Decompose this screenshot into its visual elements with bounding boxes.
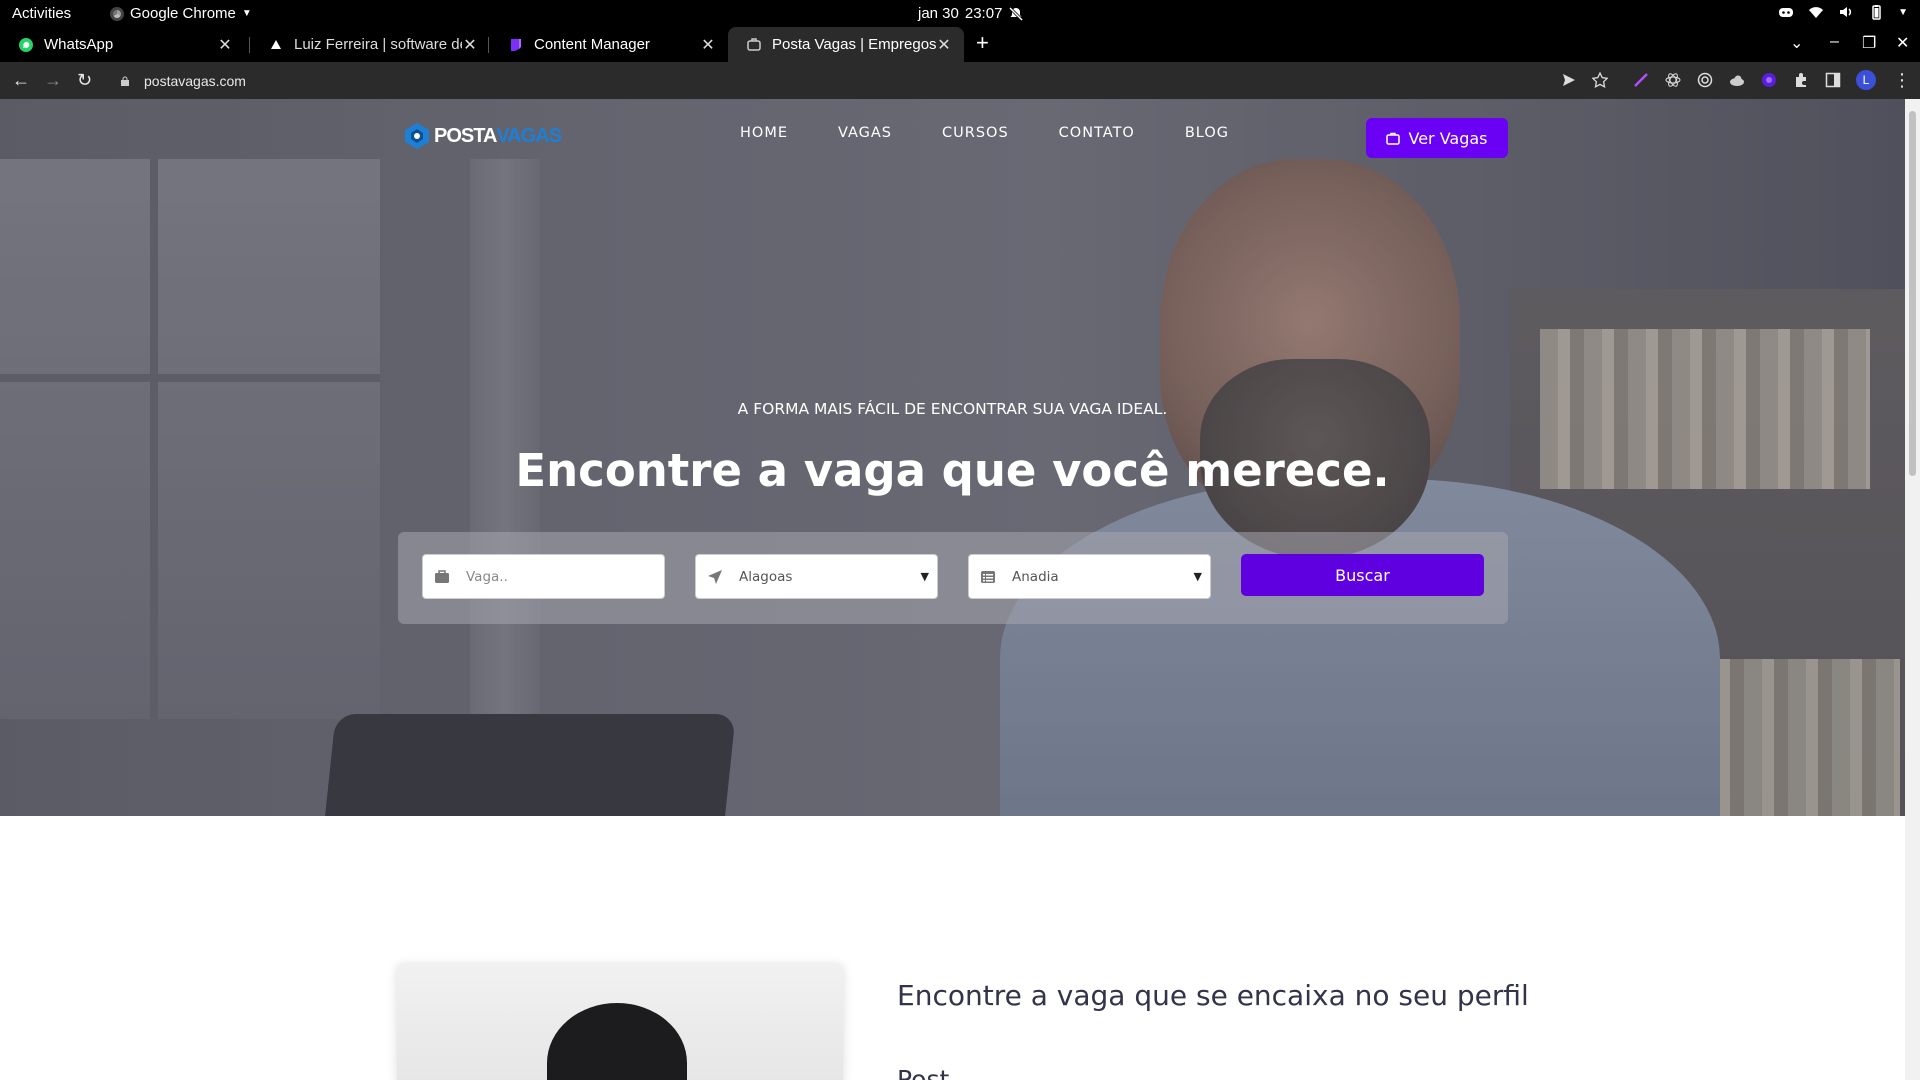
avatar-letter: L <box>1862 73 1870 87</box>
state-select-value: Alagoas <box>739 568 793 585</box>
clock-time: 23:07 <box>964 5 1003 22</box>
close-tab-icon[interactable]: ✕ <box>462 35 478 55</box>
list-icon <box>981 570 995 583</box>
extension-cloud-icon[interactable] <box>1729 72 1745 88</box>
activities-button[interactable]: Activities <box>12 5 71 22</box>
tab-title: Luiz Ferreira | software de <box>294 36 462 53</box>
scrollbar-thumb[interactable] <box>1909 111 1916 476</box>
clock[interactable]: jan 30 23:07 <box>918 5 1024 22</box>
chrome-icon <box>110 6 124 21</box>
discord-icon <box>1779 8 1794 17</box>
send-icon[interactable] <box>1561 72 1577 88</box>
chevron-down-icon: ▼ <box>1193 570 1202 583</box>
buscar-button[interactable]: Buscar <box>1241 554 1484 596</box>
extension-react-icon[interactable] <box>1665 72 1681 88</box>
system-menu-caret-icon: ▼ <box>1898 6 1908 18</box>
address-bar[interactable]: postavagas.com <box>110 66 1600 95</box>
state-select[interactable]: Alagoas ▼ <box>695 554 938 599</box>
ver-vagas-label: Ver Vagas <box>1408 128 1488 148</box>
caret-down-icon: ▼ <box>241 8 252 19</box>
minimize-icon[interactable]: – <box>1830 33 1839 51</box>
tab-search-icon[interactable]: ⌄ <box>1790 33 1803 53</box>
logo-mark-icon <box>405 123 429 149</box>
tab-title: Posta Vagas | Empregos E <box>772 36 936 53</box>
close-tab-icon[interactable]: ✕ <box>936 35 952 55</box>
nav-vagas[interactable]: VAGAS <box>838 125 892 141</box>
nav-contato[interactable]: CONTATO <box>1059 125 1135 141</box>
job-keyword-placeholder: Vaga.. <box>466 568 508 585</box>
triangle-icon <box>271 39 281 49</box>
nav-cursos[interactable]: CURSOS <box>942 125 1009 141</box>
extension-target-icon[interactable] <box>1697 72 1713 88</box>
reload-icon[interactable]: ↻ <box>77 70 92 91</box>
tab-whatsapp[interactable]: WhatsApp ✕ <box>0 27 245 62</box>
nav-home[interactable]: HOME <box>740 125 788 141</box>
tab-luiz-ferreira[interactable]: Luiz Ferreira | software de ✕ <box>250 27 490 62</box>
image-person-hair <box>547 1003 687 1080</box>
extension-pen-icon[interactable] <box>1633 72 1649 88</box>
hero-section: POSTA VAGAS HOME VAGAS CURSOS CONTATO BL… <box>0 99 1905 816</box>
close-tab-icon[interactable]: ✕ <box>217 35 233 55</box>
web-page: POSTA VAGAS HOME VAGAS CURSOS CONTATO BL… <box>0 99 1905 1080</box>
content-manager-icon <box>511 38 521 51</box>
logo-text-posta: POSTA <box>434 124 497 147</box>
briefcase-icon <box>1386 132 1401 145</box>
job-keyword-input[interactable]: Vaga.. <box>422 554 665 599</box>
site-nav: HOME VAGAS CURSOS CONTATO BLOG <box>740 125 1229 141</box>
restore-icon[interactable]: ❐ <box>1862 33 1876 53</box>
notifications-muted-icon <box>1009 6 1024 21</box>
city-select-value: Anadia <box>1012 568 1059 585</box>
site-logo[interactable]: POSTA VAGAS <box>402 118 562 154</box>
nav-blog[interactable]: BLOG <box>1185 125 1229 141</box>
side-panel-icon[interactable] <box>1825 72 1841 88</box>
chrome-menu-icon[interactable]: ⋮ <box>1893 70 1911 91</box>
system-top-bar: Activities Google Chrome ▼ jan 30 23:07 … <box>0 0 1920 27</box>
app-menu[interactable]: Google Chrome ▼ <box>110 5 252 22</box>
tab-strip: WhatsApp ✕ Luiz Ferreira | software de ✕… <box>0 27 1920 62</box>
lock-icon <box>121 76 129 86</box>
logo-text-vagas: VAGAS <box>496 124 562 147</box>
briefcase-icon <box>435 569 449 583</box>
location-arrow-icon <box>708 569 722 584</box>
wifi-icon <box>1809 7 1824 18</box>
volume-icon <box>1840 7 1852 17</box>
whatsapp-icon <box>19 37 33 52</box>
bookmark-star-icon[interactable] <box>1592 72 1608 88</box>
hero-kicker: A FORMA MAIS FÁCIL DE ENCONTRAR SUA VAGA… <box>737 400 1168 418</box>
extensions-puzzle-icon[interactable] <box>1793 72 1809 88</box>
tab-title: WhatsApp <box>44 36 114 53</box>
page-icon <box>747 37 761 51</box>
job-search-form: Vaga.. Alagoas ▼ Anadia ▼ Buscar <box>398 532 1508 624</box>
tab-posta-vagas[interactable]: Posta Vagas | Empregos E ✕ <box>728 27 964 62</box>
chevron-down-icon: ▼ <box>920 570 929 583</box>
url-text: postavagas.com <box>144 72 246 89</box>
page-scrollbar[interactable] <box>1905 99 1920 1080</box>
tab-title: Content Manager <box>534 36 650 53</box>
profile-section-image <box>397 963 843 1080</box>
profile-avatar[interactable]: L <box>1856 70 1876 90</box>
new-tab-icon[interactable]: + <box>976 30 989 56</box>
close-tab-icon[interactable]: ✕ <box>700 35 716 55</box>
battery-icon <box>1872 5 1881 20</box>
forward-icon[interactable]: → <box>44 70 62 91</box>
clock-date: jan 30 <box>918 5 959 22</box>
system-tray[interactable]: ▼ <box>1778 4 1908 20</box>
ver-vagas-button[interactable]: Ver Vagas <box>1366 118 1508 158</box>
profile-section-text-partial: Post <box>897 1065 950 1080</box>
profile-section-title: Encontre a vaga que se encaixa no seu pe… <box>897 979 1529 1012</box>
city-select[interactable]: Anadia ▼ <box>968 554 1211 599</box>
extension-purple-icon[interactable] <box>1761 72 1777 88</box>
browser-toolbar: ← → ↻ postavagas.com L ⋮ <box>0 62 1920 99</box>
app-menu-label: Google Chrome <box>130 5 236 22</box>
tab-content-manager[interactable]: Content Manager ✕ <box>490 27 728 62</box>
close-window-icon[interactable]: ✕ <box>1896 33 1909 53</box>
hero-title: Encontre a vaga que você merece. <box>515 444 1390 497</box>
back-icon[interactable]: ← <box>12 70 30 91</box>
